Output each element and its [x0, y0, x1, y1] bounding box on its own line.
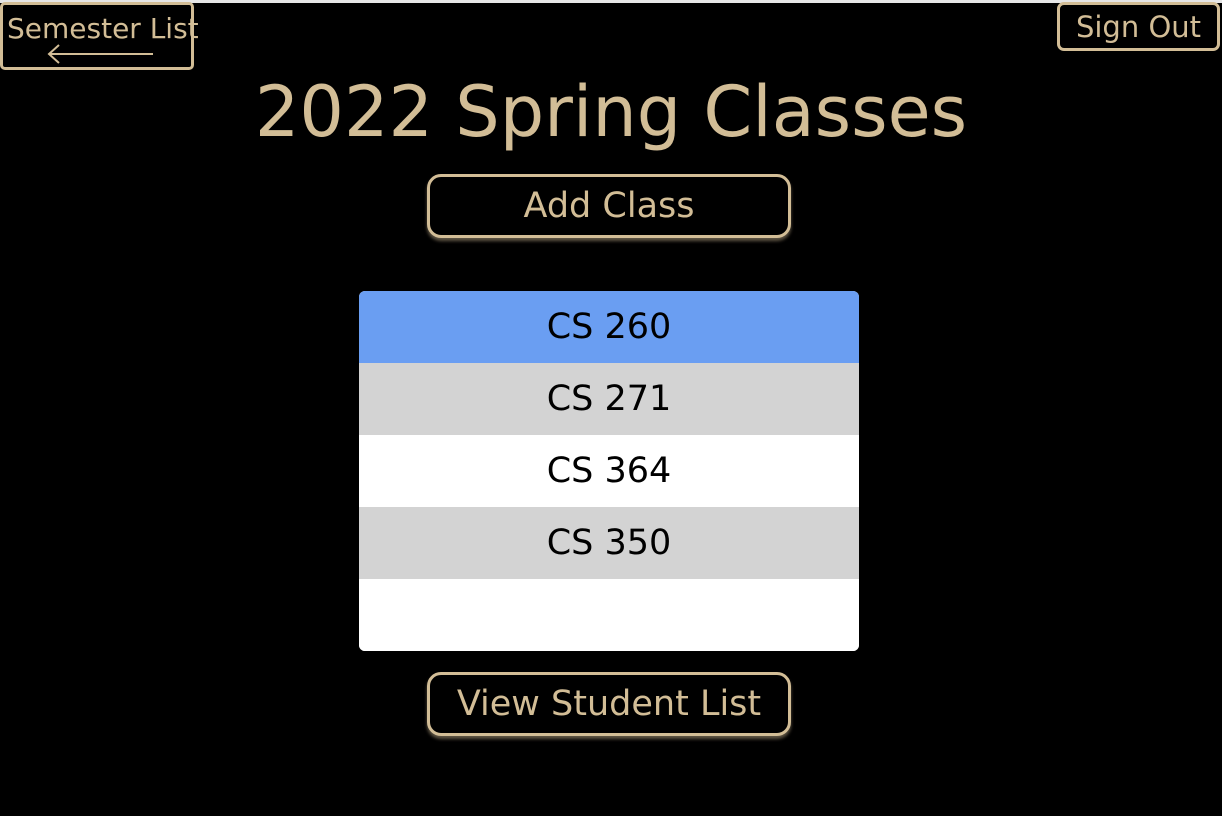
class-list-item[interactable]: CS 364 [359, 435, 859, 507]
add-class-label: Add Class [523, 186, 695, 226]
semester-list-label: Semester List [7, 12, 199, 45]
class-label: CS 260 [546, 307, 672, 347]
page-title: 2022 Spring Classes [254, 71, 968, 153]
sign-out-label: Sign Out [1075, 9, 1202, 44]
class-list[interactable]: CS 260 CS 271 CS 364 CS 350 [359, 291, 859, 651]
class-label: CS 271 [546, 379, 672, 419]
add-class-button[interactable]: Add Class [427, 174, 791, 238]
class-list-item[interactable]: CS 271 [359, 363, 859, 435]
class-list-item[interactable]: CS 260 [359, 291, 859, 363]
class-list-item[interactable]: CS 350 [359, 507, 859, 579]
semester-list-back-button[interactable]: Semester List [0, 2, 199, 70]
class-label: CS 350 [546, 523, 672, 563]
class-label: CS 364 [546, 451, 672, 491]
sign-out-button[interactable]: Sign Out [1057, 2, 1220, 51]
view-student-list-button[interactable]: View Student List [427, 672, 791, 736]
view-student-list-label: View Student List [456, 684, 762, 724]
class-list-empty-row [359, 579, 859, 651]
